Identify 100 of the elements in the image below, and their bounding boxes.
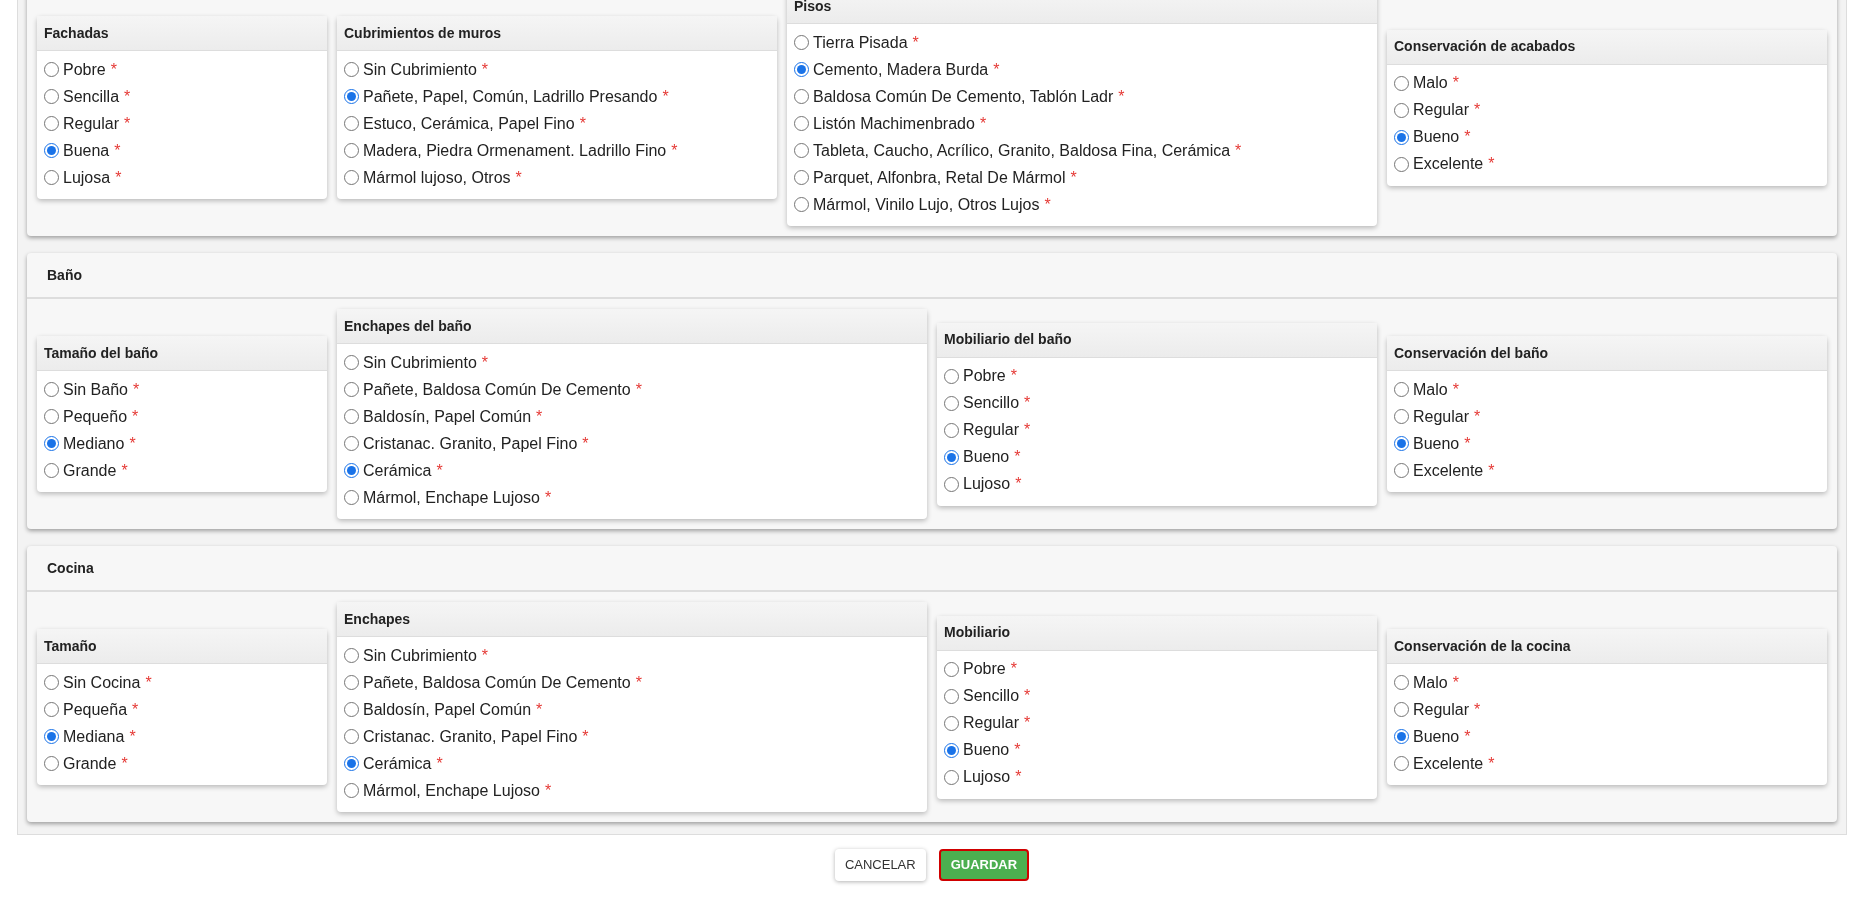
radio-option[interactable]: Pañete, Baldosa Común De Cemento * bbox=[344, 376, 920, 403]
radio-option[interactable]: Estuco, Cerámica, Papel Fino * bbox=[344, 110, 770, 137]
radio-button[interactable] bbox=[44, 436, 59, 451]
radio-option[interactable]: Grande * bbox=[44, 457, 320, 484]
radio-button[interactable] bbox=[944, 715, 959, 731]
radio-option[interactable]: Baldosa Común De Cemento, Tablón Ladr * bbox=[794, 83, 1370, 110]
radio-button[interactable] bbox=[794, 62, 809, 77]
radio-option[interactable]: Sencillo * bbox=[944, 389, 1370, 417]
radio-button[interactable] bbox=[44, 89, 59, 104]
radio-button[interactable] bbox=[344, 409, 359, 424]
radio-button[interactable] bbox=[794, 143, 809, 158]
radio-option[interactable]: Regular * bbox=[1394, 96, 1820, 124]
radio-option[interactable]: Mediano * bbox=[44, 430, 320, 457]
cancel-button[interactable]: CANCELAR bbox=[834, 849, 926, 881]
radio-option[interactable]: Lujosa * bbox=[44, 164, 320, 191]
radio-button[interactable] bbox=[44, 116, 59, 131]
radio-option[interactable]: Pequeño * bbox=[44, 403, 320, 430]
radio-option[interactable]: Sencilla * bbox=[44, 83, 320, 110]
radio-button[interactable] bbox=[794, 197, 809, 212]
radio-option[interactable]: Bueno * bbox=[1394, 430, 1820, 457]
radio-option[interactable]: Grande * bbox=[44, 750, 320, 777]
radio-button[interactable] bbox=[794, 116, 809, 131]
radio-button[interactable] bbox=[794, 35, 809, 50]
radio-button[interactable] bbox=[44, 143, 59, 158]
radio-option[interactable]: Pañete, Baldosa Común De Cemento * bbox=[344, 669, 920, 696]
radio-button[interactable] bbox=[944, 476, 959, 492]
radio-button[interactable] bbox=[344, 143, 359, 158]
radio-option[interactable]: Excelente * bbox=[1394, 457, 1820, 484]
radio-button[interactable] bbox=[344, 436, 359, 451]
radio-option[interactable]: Pequeña * bbox=[44, 696, 320, 723]
radio-button[interactable] bbox=[944, 449, 959, 465]
radio-button[interactable] bbox=[44, 756, 59, 771]
radio-option[interactable]: Sin Cocina * bbox=[44, 669, 320, 696]
radio-button[interactable] bbox=[1394, 436, 1409, 451]
radio-button[interactable] bbox=[344, 116, 359, 131]
radio-option[interactable]: Sin Baño * bbox=[44, 376, 320, 403]
radio-button[interactable] bbox=[944, 368, 959, 384]
radio-button[interactable] bbox=[344, 89, 359, 104]
radio-option[interactable]: Mármol, Enchape Lujoso * bbox=[344, 777, 920, 804]
radio-option[interactable]: Baldosín, Papel Común * bbox=[344, 403, 920, 430]
radio-button[interactable] bbox=[1394, 129, 1409, 145]
radio-button[interactable] bbox=[944, 742, 959, 758]
radio-button[interactable] bbox=[794, 89, 809, 104]
radio-option[interactable]: Regular * bbox=[944, 709, 1370, 737]
radio-option[interactable]: Pobre * bbox=[944, 362, 1370, 390]
radio-option[interactable]: Mediana * bbox=[44, 723, 320, 750]
radio-option[interactable]: Pobre * bbox=[44, 56, 320, 83]
radio-option[interactable]: Sin Cubrimiento * bbox=[344, 349, 920, 376]
radio-option[interactable]: Lujoso * bbox=[944, 763, 1370, 791]
radio-option[interactable]: Mármol, Enchape Lujoso * bbox=[344, 484, 920, 511]
radio-option[interactable]: Sin Cubrimiento * bbox=[344, 642, 920, 669]
radio-option[interactable]: Cerámica * bbox=[344, 457, 920, 484]
radio-button[interactable] bbox=[344, 702, 359, 717]
radio-option[interactable]: Cerámica * bbox=[344, 750, 920, 777]
radio-button[interactable] bbox=[1394, 102, 1409, 118]
radio-button[interactable] bbox=[44, 675, 59, 690]
radio-option[interactable]: Pañete, Papel, Común, Ladrillo Presando * bbox=[344, 83, 770, 110]
radio-option[interactable]: Mármol lujoso, Otros * bbox=[344, 164, 770, 191]
radio-option[interactable]: Listón Machimenbrado * bbox=[794, 110, 1370, 137]
radio-button[interactable] bbox=[344, 170, 359, 185]
radio-option[interactable]: Regular * bbox=[944, 416, 1370, 444]
radio-option[interactable]: Sencillo * bbox=[944, 682, 1370, 710]
radio-button[interactable] bbox=[1394, 156, 1409, 172]
radio-option[interactable]: Regular * bbox=[1394, 403, 1820, 430]
radio-button[interactable] bbox=[1394, 463, 1409, 478]
radio-button[interactable] bbox=[1394, 409, 1409, 424]
radio-button[interactable] bbox=[344, 729, 359, 744]
radio-option[interactable]: Lujoso * bbox=[944, 470, 1370, 498]
radio-option[interactable]: Malo * bbox=[1394, 669, 1820, 696]
radio-button[interactable] bbox=[44, 62, 59, 77]
radio-option[interactable]: Cemento, Madera Burda * bbox=[794, 56, 1370, 83]
radio-button[interactable] bbox=[344, 783, 359, 798]
radio-option[interactable]: Mármol, Vinilo Lujo, Otros Lujos * bbox=[794, 191, 1370, 218]
radio-button[interactable] bbox=[1394, 75, 1409, 91]
radio-button[interactable] bbox=[1394, 756, 1409, 771]
radio-button[interactable] bbox=[44, 382, 59, 397]
radio-button[interactable] bbox=[344, 62, 359, 77]
radio-button[interactable] bbox=[344, 756, 359, 771]
radio-option[interactable]: Bueno * bbox=[944, 443, 1370, 471]
radio-option[interactable]: Madera, Piedra Ormenament. Ladrillo Fino * bbox=[344, 137, 770, 164]
radio-option[interactable]: Malo * bbox=[1394, 376, 1820, 403]
radio-button[interactable] bbox=[44, 729, 59, 744]
radio-button[interactable] bbox=[944, 769, 959, 785]
radio-button[interactable] bbox=[344, 355, 359, 370]
radio-button[interactable] bbox=[344, 490, 359, 505]
radio-option[interactable]: Parquet, Alfonbra, Retal De Mármol * bbox=[794, 164, 1370, 191]
radio-option[interactable]: Cristanac. Granito, Papel Fino * bbox=[344, 430, 920, 457]
radio-button[interactable] bbox=[1394, 675, 1409, 690]
radio-button[interactable] bbox=[44, 170, 59, 185]
radio-option[interactable]: Baldosín, Papel Común * bbox=[344, 696, 920, 723]
radio-option[interactable]: Tierra Pisada * bbox=[794, 29, 1370, 56]
radio-option[interactable]: Bueno * bbox=[944, 736, 1370, 764]
radio-button[interactable] bbox=[344, 675, 359, 690]
radio-button[interactable] bbox=[44, 409, 59, 424]
radio-option[interactable]: Regular * bbox=[1394, 696, 1820, 723]
radio-button[interactable] bbox=[944, 395, 959, 411]
radio-button[interactable] bbox=[794, 170, 809, 185]
radio-button[interactable] bbox=[944, 688, 959, 704]
radio-button[interactable] bbox=[1394, 729, 1409, 744]
radio-option[interactable]: Tableta, Caucho, Acrílico, Granito, Baldosa Fina, Cerámica * bbox=[794, 137, 1370, 164]
